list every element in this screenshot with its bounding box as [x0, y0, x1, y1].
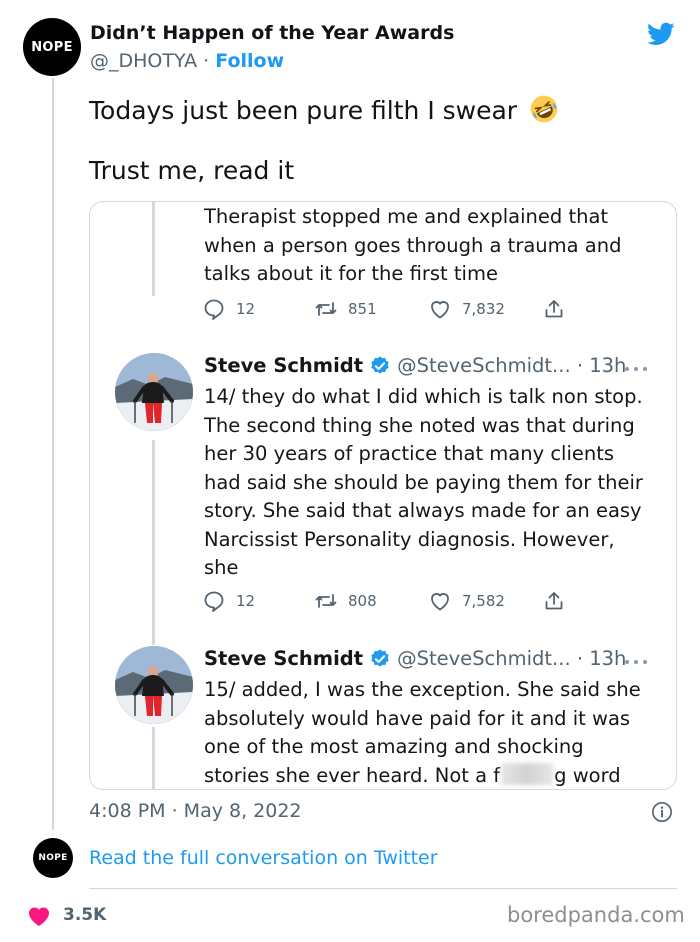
more-icon	[625, 367, 647, 371]
tweet-timestamp[interactable]: 4:08 PM · May 8, 2022	[89, 800, 302, 822]
like-count-screenshot: 7,582	[462, 592, 505, 610]
share-icon	[545, 592, 563, 610]
tweet-text: Todays just been pure filth I swear	[89, 96, 518, 125]
like-action: 7,832	[428, 297, 505, 321]
share-action	[542, 589, 566, 617]
reply-icon	[204, 299, 224, 320]
share-icon	[545, 300, 563, 318]
reply-count: 12	[236, 592, 256, 610]
retweet-count: 851	[348, 300, 377, 318]
screenshot-text-line: she	[204, 556, 239, 579]
like-icon	[431, 593, 449, 611]
twitter-bird-icon[interactable]	[644, 20, 678, 48]
censored-line-end: g word	[554, 763, 621, 787]
tweet-text-line-1: Todays just been pure filth I swear	[89, 94, 559, 125]
inner-thread-line	[152, 440, 155, 645]
screenshot-text-line: Narcissist Personality diagnosis. Howeve…	[204, 527, 615, 551]
follow-button[interactable]: Follow	[215, 50, 284, 72]
divider	[89, 888, 677, 889]
steve-schmidt-avatar	[115, 353, 193, 431]
screenshot-text-line: Therapist stopped me and explained that	[204, 205, 609, 228]
read-full-conversation-link[interactable]: Read the full conversation on Twitter	[89, 847, 438, 869]
screenshot-text-line: absolutely would have paid for it and it…	[204, 706, 631, 730]
censor-blur	[501, 762, 554, 785]
screenshot-text-line: when a person goes through a trauma and	[204, 233, 622, 257]
inner-thread-line	[152, 727, 155, 789]
watermark: boredpanda.com	[507, 903, 685, 927]
author-name[interactable]: Didn’t Happen of the Year Awards	[90, 22, 454, 44]
post-author-name: Steve Schmidt	[204, 647, 364, 670]
info-icon[interactable]	[651, 801, 673, 823]
share-action	[542, 297, 566, 325]
thread-line	[52, 78, 54, 830]
emoji-icon	[530, 95, 558, 123]
screenshot-text-line: talks about it for the first time	[204, 262, 498, 285]
author-avatar[interactable]: NOPE	[23, 18, 81, 76]
retweet-count: 808	[348, 592, 377, 610]
like-action: 7,582	[428, 589, 505, 613]
screenshot-text-line: had said she should be paying them for t…	[204, 470, 643, 494]
like-count[interactable]: 3.5K	[63, 905, 106, 925]
screenshot-text-line: her 30 years of practice that many clien…	[204, 442, 615, 465]
like-icon	[431, 301, 449, 319]
steve-schmidt-avatar	[115, 646, 193, 724]
verified-icon	[371, 355, 389, 374]
screenshot-text-line: 15/ added, I was the exception. She said…	[204, 678, 641, 701]
screenshot-actions: 12 808 7,582	[202, 589, 572, 615]
more-icon	[625, 660, 647, 664]
reply-action: 12	[202, 589, 255, 613]
post-header: Steve Schmidt @SteveSchmidt... · 13h	[204, 354, 626, 377]
screenshot-text-line: 14/ they do what I did which is talk non…	[204, 385, 643, 408]
author-handle[interactable]: @_DHOTYA	[90, 50, 197, 72]
retweet-icon	[315, 594, 337, 608]
like-count-screenshot: 7,832	[462, 300, 505, 318]
conversation-avatar[interactable]: NOPE	[33, 838, 73, 878]
author-handle-line: @_DHOTYA · Follow	[90, 50, 284, 72]
screenshot-text-line: story. She said that always made for an …	[204, 499, 642, 522]
handle-separator: ·	[203, 50, 210, 72]
post-handle: @SteveSchmidt... · 13h	[397, 647, 627, 670]
reply-icon	[204, 591, 224, 612]
heart-icon[interactable]	[27, 905, 51, 927]
reply-action: 12	[202, 297, 255, 321]
retweet-action: 851	[314, 297, 377, 321]
inner-thread-line	[152, 202, 155, 296]
censored-line-start: stories she ever heard. Not a f	[204, 763, 501, 787]
screenshot-text-line: The second thing she noted was that duri…	[204, 413, 635, 437]
tweet-text-line-2: Trust me, read it	[89, 156, 295, 185]
retweet-icon	[315, 302, 337, 316]
verified-icon	[371, 648, 389, 667]
embedded-image[interactable]: Therapist stopped me and explained that …	[89, 201, 677, 790]
post-header: Steve Schmidt @SteveSchmidt... · 13h	[204, 647, 626, 670]
post-handle: @SteveSchmidt... · 13h	[397, 354, 627, 377]
screenshot-text-line-censored: stories she ever heard. Not a f g word	[204, 762, 621, 790]
screenshot-text-line: one of the most amazing and shocking	[204, 735, 584, 758]
retweet-action: 808	[314, 589, 377, 613]
reply-count: 12	[236, 300, 256, 318]
post-author-name: Steve Schmidt	[204, 354, 364, 377]
screenshot-actions: 12 851 7,832	[202, 297, 572, 323]
